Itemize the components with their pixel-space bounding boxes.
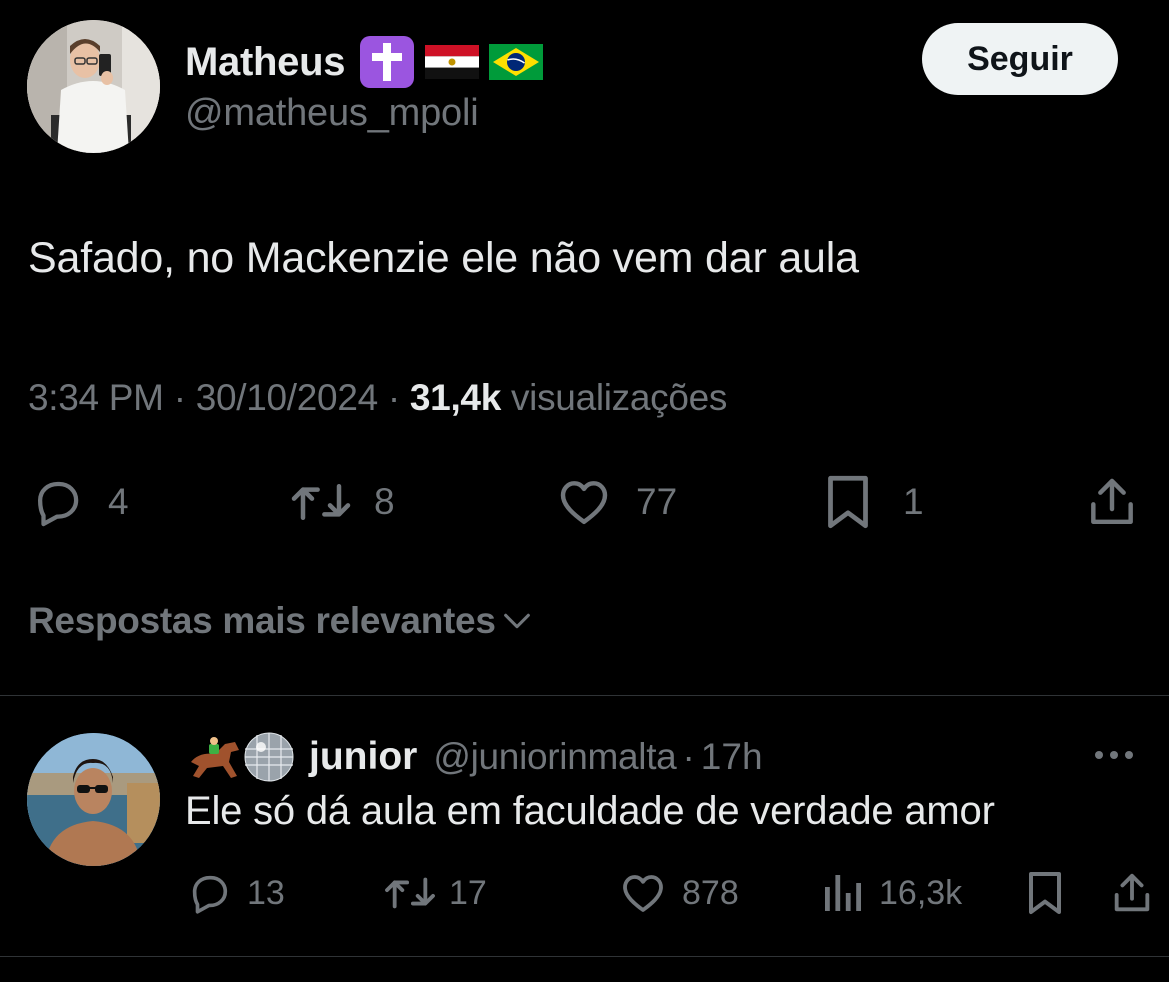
share-button[interactable] <box>1084 470 1140 534</box>
meta-separator: · <box>387 377 400 418</box>
divider <box>0 956 1169 957</box>
heart-icon <box>560 481 608 525</box>
author-row: Matheus <box>185 35 544 89</box>
repost-button[interactable]: 8 <box>286 470 395 534</box>
tweet-time[interactable]: 3:34 PM <box>28 377 164 418</box>
author-handle[interactable]: @matheus_mpoli <box>185 92 543 135</box>
share-icon <box>1091 478 1133 525</box>
reply-avatar[interactable] <box>27 733 160 866</box>
reply-reply-count: 13 <box>247 873 285 912</box>
egypt-flag-emoji-icon <box>425 45 480 79</box>
reply-reply-button[interactable]: 13 <box>185 865 285 921</box>
reply-views-count: 16,3k <box>879 873 963 912</box>
chevron-down-icon <box>503 613 530 629</box>
tweet-date[interactable]: 30/10/2024 <box>196 377 378 418</box>
reply-share-button[interactable] <box>1109 865 1155 921</box>
reply-icon <box>37 481 79 527</box>
avatar-photo <box>27 20 160 153</box>
reply-count: 4 <box>108 481 129 522</box>
heart-icon <box>623 875 663 912</box>
reply-action-bar: 13 17 878 16,3k <box>185 865 1150 921</box>
bookmark-count: 1 <box>903 481 924 522</box>
author-display-name[interactable]: Matheus <box>185 40 345 85</box>
reply-avatar-photo <box>27 733 160 866</box>
mirror-ball-emoji-icon <box>244 732 294 782</box>
like-button[interactable]: 77 <box>554 470 677 534</box>
reply-text: Ele só dá aula em faculdade de verdade a… <box>185 789 995 833</box>
reply-button[interactable]: 4 <box>28 470 129 534</box>
meta-separator: · <box>173 377 186 418</box>
bookmark-icon <box>1029 872 1061 914</box>
repost-count: 8 <box>374 481 395 522</box>
author-badges <box>359 35 544 89</box>
tweet-header: Matheus @matheus_mpoli Seguir <box>27 20 1142 155</box>
reply-bookmark-button[interactable] <box>1025 865 1065 921</box>
bookmark-button[interactable]: 1 <box>823 470 924 534</box>
like-count: 77 <box>636 481 678 522</box>
more-dots-icon <box>1095 751 1133 759</box>
reply-like-count: 878 <box>682 873 739 912</box>
more-options-button[interactable] <box>1092 737 1136 773</box>
replies-sort-label: Respostas mais relevantes <box>28 600 496 641</box>
share-icon <box>1114 873 1150 912</box>
reply-display-name[interactable]: junior <box>309 735 417 779</box>
avatar[interactable] <box>27 20 160 153</box>
reply-like-button[interactable]: 878 <box>618 865 739 921</box>
reply-header: junior @juniorinmalta · 17h <box>185 732 763 782</box>
brazil-flag-emoji-icon <box>489 44 544 80</box>
tweet-text: Safado, no Mackenzie ele não vem dar aul… <box>28 234 859 282</box>
analytics-bars-icon <box>825 875 861 911</box>
bookmark-icon <box>828 475 868 529</box>
author-block: Matheus @matheus_mpoli <box>185 35 544 135</box>
divider <box>0 695 1169 696</box>
latin-cross-emoji-icon <box>360 36 415 88</box>
views-label: visualizações <box>510 377 728 418</box>
reply-views-button[interactable]: 16,3k <box>821 865 962 921</box>
horse-racing-emoji-icon <box>191 737 239 778</box>
reply-time[interactable]: 17h <box>701 736 763 778</box>
reply-tweet[interactable]: junior @juniorinmalta · 17h Ele só dá au… <box>27 732 1150 933</box>
reply-repost-count: 17 <box>449 873 487 912</box>
reply-repost-button[interactable]: 17 <box>381 865 487 921</box>
reply-separator: · <box>682 736 695 777</box>
reply-handle[interactable]: @juniorinmalta <box>433 736 676 778</box>
repost-icon <box>385 877 435 909</box>
reply-icon <box>192 875 228 914</box>
views-count[interactable]: 31,4k <box>410 377 501 418</box>
tweet-meta: 3:34 PM · 30/10/2024 · 31,4k visualizaçõ… <box>28 377 727 419</box>
repost-icon <box>291 484 351 520</box>
tweet-action-bar: 4 8 77 1 <box>28 470 1143 534</box>
replies-sort-dropdown[interactable]: Respostas mais relevantes <box>28 600 534 642</box>
follow-button[interactable]: Seguir <box>922 23 1118 95</box>
